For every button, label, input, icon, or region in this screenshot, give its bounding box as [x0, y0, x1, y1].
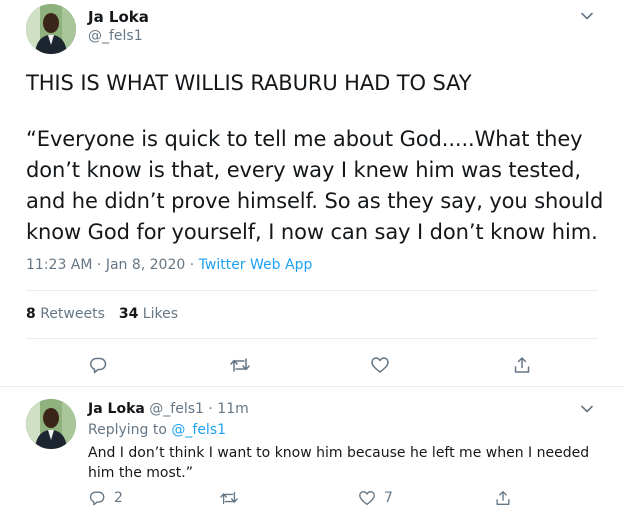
- tweet-body: “Everyone is quick to tell me about God.…: [26, 127, 604, 244]
- reply-time[interactable]: 11m: [217, 401, 248, 417]
- reply-icon: [90, 357, 107, 374]
- retweets-stat[interactable]: 8 Retweets: [26, 306, 105, 322]
- tweet-time[interactable]: 11:23 AM: [26, 257, 92, 273]
- tweet-date[interactable]: Jan 8, 2020: [106, 257, 185, 273]
- author-name[interactable]: Ja Loka: [88, 8, 149, 26]
- chevron-down-icon[interactable]: [580, 401, 594, 420]
- like-icon: [359, 491, 375, 505]
- likes-stat[interactable]: 34 Likes: [119, 306, 178, 322]
- reply-icon: [89, 491, 105, 506]
- avatar[interactable]: [26, 4, 76, 54]
- author-handle[interactable]: @_fels1: [88, 28, 143, 44]
- replying-to: Replying to @_fels1: [88, 422, 226, 438]
- replying-label: Replying to: [88, 422, 172, 438]
- reply-tweet: Ja Loka @_fels1 · 11m Replying to @_fels…: [0, 387, 624, 514]
- divider: [26, 290, 598, 291]
- reply-body: And I don’t think I want to know him bec…: [88, 445, 590, 481]
- tweet-stats: 8 Retweets 34 Likes: [26, 306, 178, 322]
- reply-header: Ja Loka @_fels1 · 11m: [88, 401, 249, 417]
- likes-label: Likes: [138, 306, 179, 322]
- author-handle[interactable]: @_fels1: [149, 401, 204, 417]
- share-button[interactable]: [494, 489, 520, 507]
- divider: [26, 338, 598, 339]
- retweet-icon: [230, 358, 250, 372]
- share-button[interactable]: [512, 355, 532, 375]
- tweet-meta: 11:23 AM · Jan 8, 2020 · Twitter Web App: [26, 257, 312, 273]
- avatar[interactable]: [26, 399, 76, 449]
- share-icon: [514, 357, 530, 373]
- like-icon: [371, 357, 389, 373]
- time-separator: ·: [203, 401, 218, 417]
- like-button[interactable]: [370, 355, 390, 375]
- chevron-down-icon[interactable]: [580, 8, 594, 27]
- replying-handle[interactable]: @_fels1: [171, 422, 226, 438]
- retweets-count: 8: [26, 306, 36, 322]
- author-name[interactable]: Ja Loka: [88, 401, 145, 417]
- share-icon: [496, 491, 510, 505]
- tweet-source[interactable]: Twitter Web App: [199, 257, 313, 273]
- reply-button[interactable]: 2: [88, 489, 123, 507]
- retweet-icon: [220, 491, 238, 505]
- reply-button[interactable]: [88, 355, 108, 375]
- retweets-label: Retweets: [35, 306, 105, 322]
- like-count: 7: [384, 490, 393, 506]
- meta-separator: ·: [185, 257, 199, 273]
- retweet-button[interactable]: [229, 355, 251, 375]
- reply-count: 2: [114, 490, 123, 506]
- tweet-headline: THIS IS WHAT WILLIS RABURU HAD TO SAY: [26, 71, 472, 95]
- retweet-button[interactable]: [219, 489, 247, 507]
- main-tweet: Ja Loka @_fels1 THIS IS WHAT WILLIS RABU…: [0, 0, 624, 386]
- meta-separator: ·: [92, 257, 106, 273]
- like-button[interactable]: 7: [358, 489, 393, 507]
- likes-count: 34: [118, 306, 139, 322]
